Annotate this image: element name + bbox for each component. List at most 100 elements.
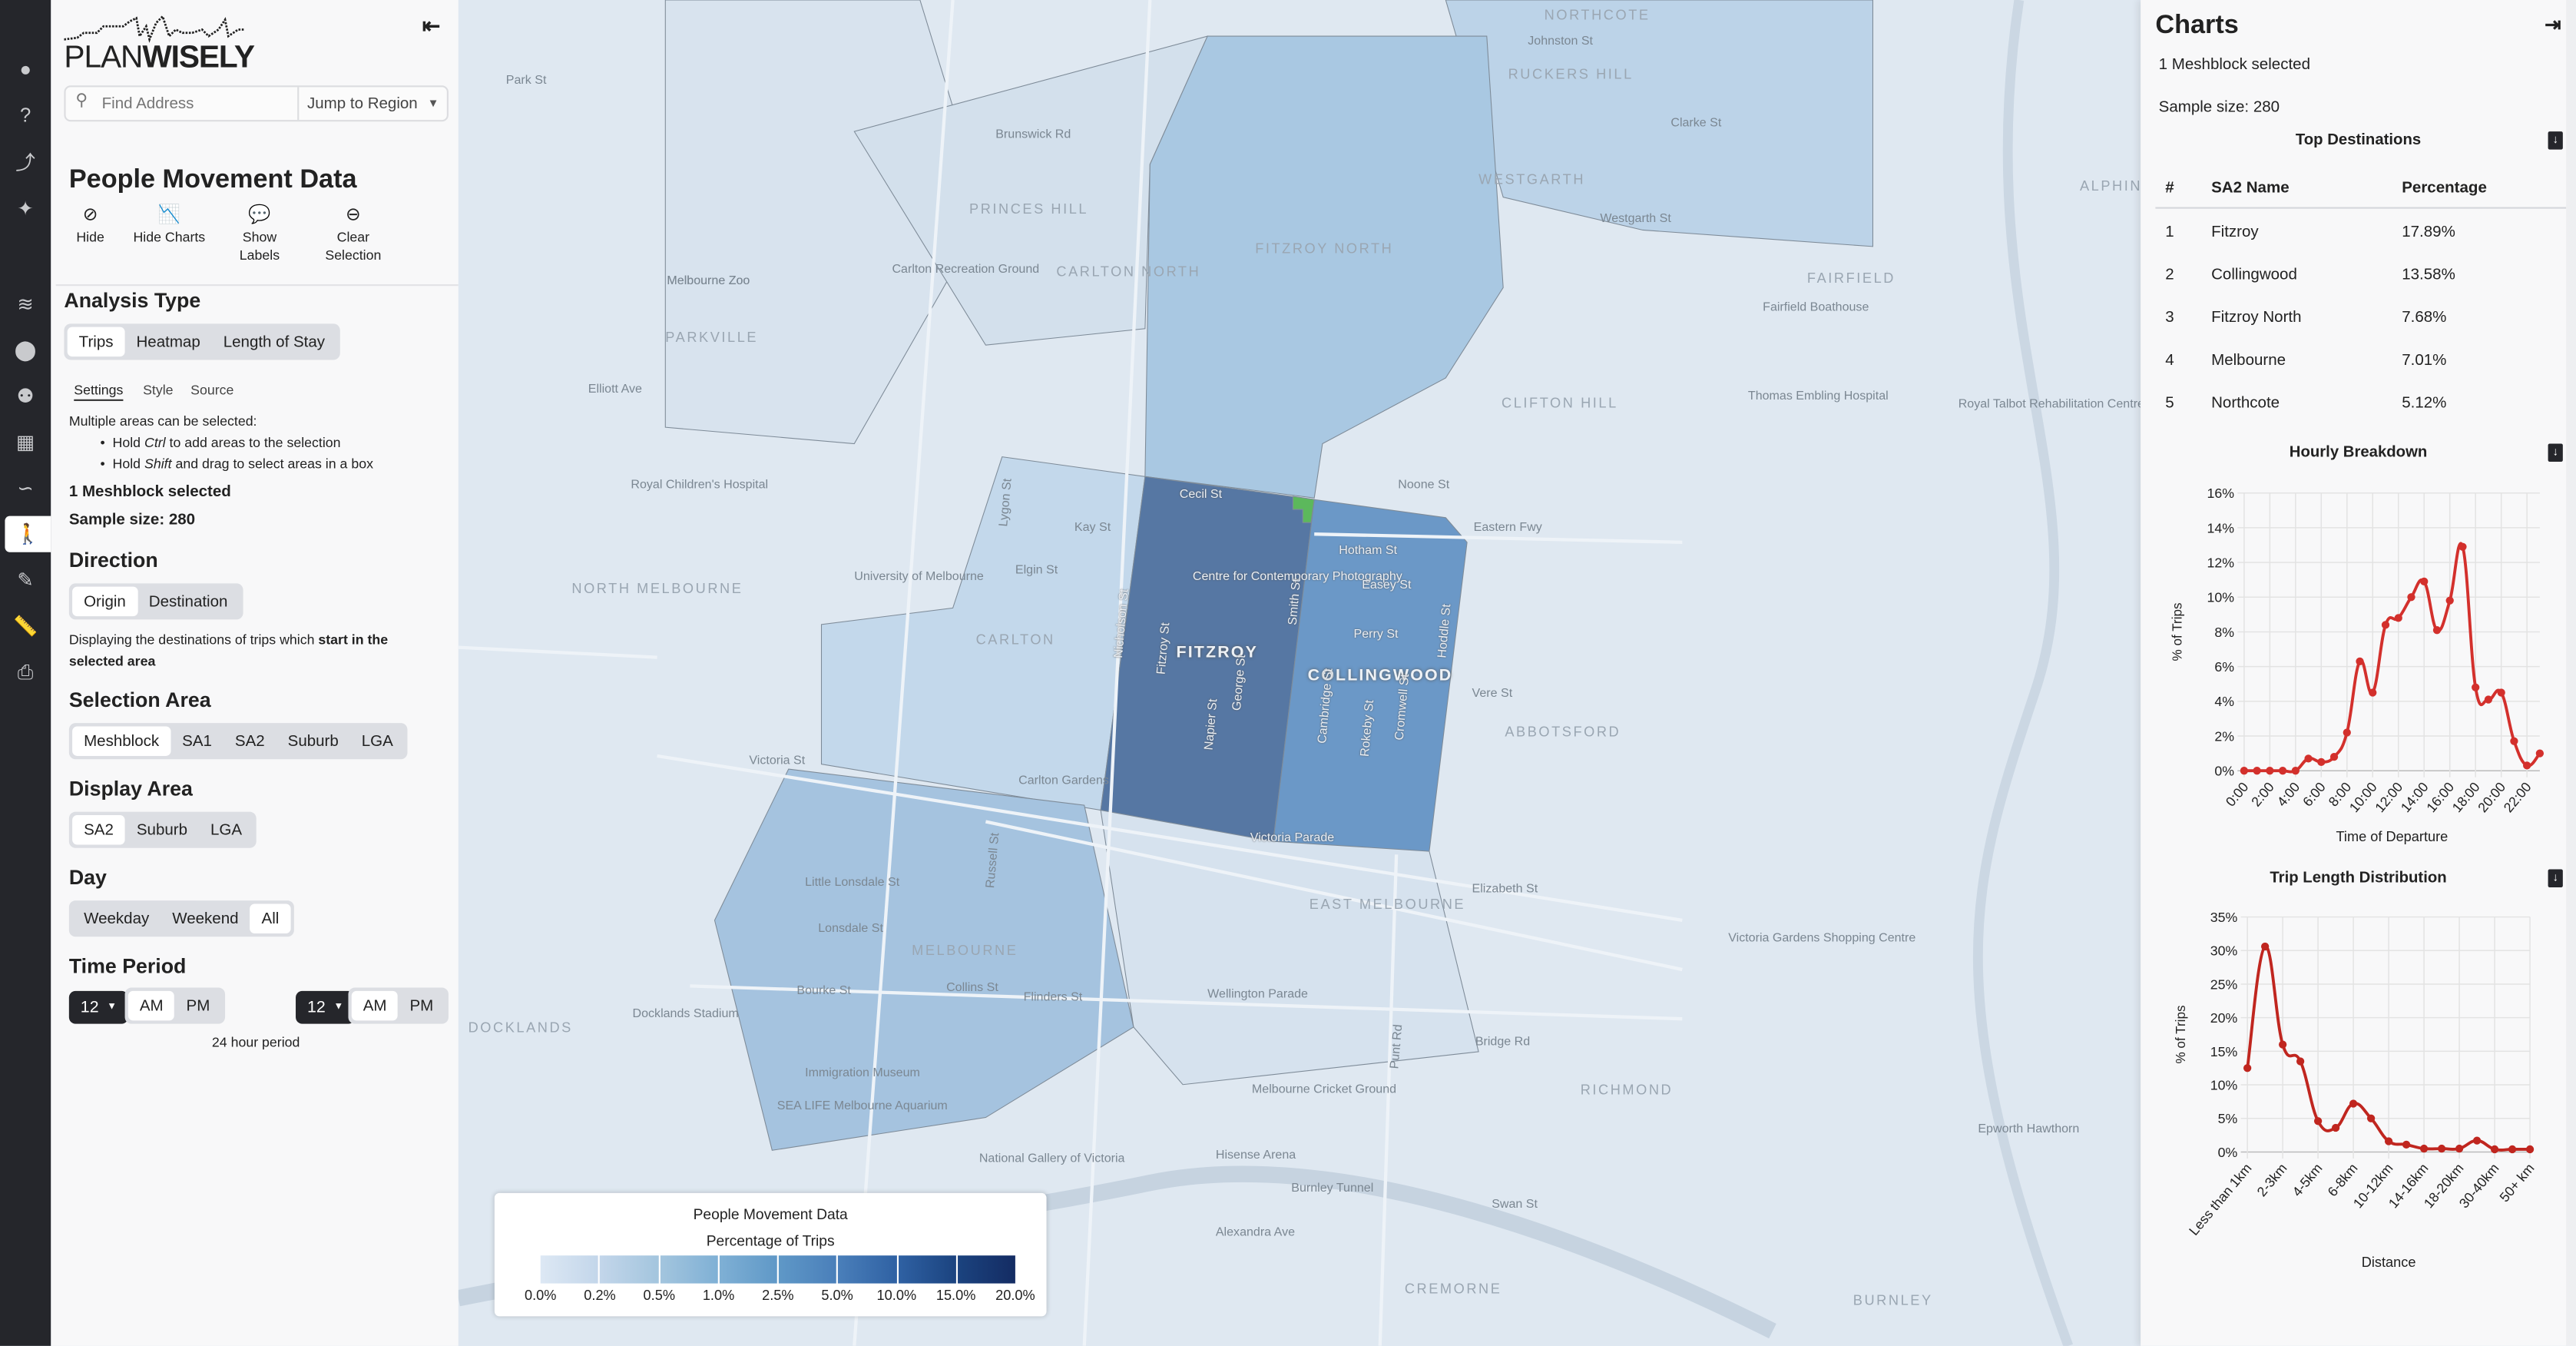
display-lga-option[interactable]: LGA xyxy=(199,815,253,845)
selection-lga-option[interactable]: LGA xyxy=(350,726,405,756)
map-label: Carlton Recreation Ground xyxy=(892,261,1040,277)
scrollbar[interactable] xyxy=(2566,0,2576,1346)
help-icon[interactable]: ? xyxy=(0,97,51,133)
display-suburb-option[interactable]: Suburb xyxy=(125,815,199,845)
route-icon[interactable]: ∽ xyxy=(0,470,51,506)
data-point xyxy=(2484,695,2493,704)
data-point xyxy=(2455,1144,2464,1153)
download-icon[interactable]: ↓ xyxy=(2548,131,2563,150)
analysis-length-of-stay-option[interactable]: Length of Stay xyxy=(212,327,336,357)
day-weekday-option[interactable]: Weekday xyxy=(72,903,161,933)
map-label: Little Lonsdale St xyxy=(805,874,900,890)
data-point xyxy=(2490,1145,2499,1154)
y-axis-label: % of Trips xyxy=(2170,602,2185,661)
selection-sa1-option[interactable]: SA1 xyxy=(171,726,223,756)
data-point xyxy=(2369,688,2377,697)
skyline-logo-icon xyxy=(64,14,245,43)
direction-destination-option[interactable]: Destination xyxy=(137,587,240,617)
map-label: Cecil St xyxy=(1179,486,1223,502)
map-label: CARLTON NORTH xyxy=(1056,263,1201,280)
tab-settings[interactable]: Settings xyxy=(74,381,124,401)
collapse-charts-icon[interactable]: ⇥ xyxy=(2545,13,2561,36)
end-hour-select[interactable]: 12 ▼ xyxy=(296,990,356,1024)
logo: PLANWISELY xyxy=(64,13,255,75)
map-legend: People Movement Data Percentage of Trips… xyxy=(494,1192,1047,1317)
chevron-down-icon: ▼ xyxy=(333,1002,344,1013)
table-cell: 17.89% xyxy=(2402,223,2455,242)
analysis-trips-option[interactable]: Trips xyxy=(67,327,125,357)
data-point xyxy=(2343,728,2351,737)
hide-charts-button[interactable]: 📉 Hide Charts xyxy=(127,204,212,247)
y-tick-label: 10% xyxy=(2207,590,2235,605)
table-header: Percentage xyxy=(2402,179,2487,197)
table-header: # xyxy=(2165,179,2174,197)
show-labels-button[interactable]: 💬 Show Labels xyxy=(228,204,290,264)
layers-icon[interactable]: ≋ xyxy=(0,286,51,322)
end-am-option[interactable]: AM xyxy=(351,990,399,1021)
start-pm-option[interactable]: PM xyxy=(175,991,222,1021)
direction-desc-text: Displaying the destinations of trips whi… xyxy=(68,631,319,648)
map-label: MELBOURNE xyxy=(912,941,1018,959)
legend-swatch xyxy=(838,1255,896,1284)
display-sa2-option[interactable]: SA2 xyxy=(72,814,125,845)
sparkles-icon[interactable]: ✦ xyxy=(0,191,51,227)
start-am-option[interactable]: AM xyxy=(127,990,175,1021)
map[interactable]: FITZROY COLLINGWOOD FITZROY NORTH CARLTON CA… xyxy=(458,0,2141,1346)
x-tick-label: 20:00 xyxy=(2475,779,2508,815)
start-hour-value: 12 xyxy=(80,998,99,1016)
walking-person-icon[interactable]: 🚶 xyxy=(5,516,51,552)
selection-suburb-option[interactable]: Suburb xyxy=(276,726,350,756)
download-icon[interactable]: ↓ xyxy=(2548,443,2563,462)
map-canvas[interactable] xyxy=(458,0,2141,1346)
selection-area-heading: Selection Area xyxy=(68,688,211,712)
selection-meshblock-option[interactable]: Meshblock xyxy=(72,726,171,756)
ruler-icon[interactable]: 📏 xyxy=(0,608,51,644)
page-title: People Movement Data xyxy=(68,166,357,194)
sample-size: Sample size: 280 xyxy=(68,511,196,529)
day-all-option[interactable]: All xyxy=(250,903,291,933)
share-icon[interactable]: ⤴ xyxy=(0,143,51,179)
user-icon[interactable]: ● xyxy=(0,51,51,87)
map-pin-icon[interactable]: ⬤ xyxy=(0,332,51,368)
pencil-icon[interactable]: ✎ xyxy=(0,562,51,598)
map-label: Noone St xyxy=(1398,476,1450,492)
tab-source[interactable]: Source xyxy=(190,381,233,397)
hide-charts-label: Hide Charts xyxy=(133,228,206,245)
print-icon[interactable]: ⎙ xyxy=(0,654,51,690)
direction-description: Displaying the destinations of trips whi… xyxy=(69,629,422,672)
day-weekend-option[interactable]: Weekend xyxy=(161,903,250,933)
collapse-panel-icon[interactable]: ⇤ xyxy=(422,13,440,39)
x-tick-label: 50+ km xyxy=(2496,1161,2537,1205)
download-icon[interactable]: ↓ xyxy=(2548,869,2563,888)
selection-sa2-option[interactable]: SA2 xyxy=(223,726,276,756)
minus-circle-icon: ⊖ xyxy=(346,205,361,226)
jump-to-region-label: Jump to Region xyxy=(306,94,418,113)
map-label: Victoria Gardens Shopping Centre xyxy=(1728,930,1916,945)
table-cell: 7.68% xyxy=(2402,309,2447,327)
help-bullet-ctrl: • Hold Ctrl to add areas to the selectio… xyxy=(100,433,341,451)
charts-sample-size: Sample size: 280 xyxy=(2158,98,2280,117)
end-pm-option[interactable]: PM xyxy=(398,991,445,1021)
x-tick-label: 4-5km xyxy=(2290,1161,2326,1200)
direction-origin-option[interactable]: Origin xyxy=(72,586,137,617)
help-key: Shift xyxy=(144,455,172,472)
map-label: FAIRFIELD xyxy=(1806,269,1896,287)
map-label: Elliott Ave xyxy=(588,381,642,396)
y-tick-label: 8% xyxy=(2214,625,2234,640)
jump-to-region-select[interactable]: Jump to Region ▼ xyxy=(297,87,447,121)
y-tick-label: 10% xyxy=(2210,1077,2238,1092)
map-label: CARLTON xyxy=(975,631,1055,648)
find-address-input[interactable] xyxy=(98,90,300,119)
analysis-heatmap-option[interactable]: Heatmap xyxy=(124,327,211,357)
hide-button[interactable]: ⊘ Hide xyxy=(68,204,114,247)
map-label: Collins St xyxy=(946,979,998,995)
x-tick-label: 6:00 xyxy=(2300,779,2329,809)
users-icon[interactable]: ⚉ xyxy=(0,378,51,414)
start-hour-select[interactable]: 12 ▼ xyxy=(68,990,129,1024)
table-cell: Fitzroy xyxy=(2211,223,2259,242)
tab-style[interactable]: Style xyxy=(143,381,173,397)
clear-selection-button[interactable]: ⊖ Clear Selection xyxy=(314,204,393,264)
map-label: FITZROY NORTH xyxy=(1255,240,1394,257)
map-location-icon[interactable]: ▦ xyxy=(0,424,51,460)
icon-sidebar: ●? ⤴ ✦ ≋ ⬤ ⚉ ▦ ∽ 🚶 ✎ 📏 ⎙ xyxy=(0,0,51,1346)
